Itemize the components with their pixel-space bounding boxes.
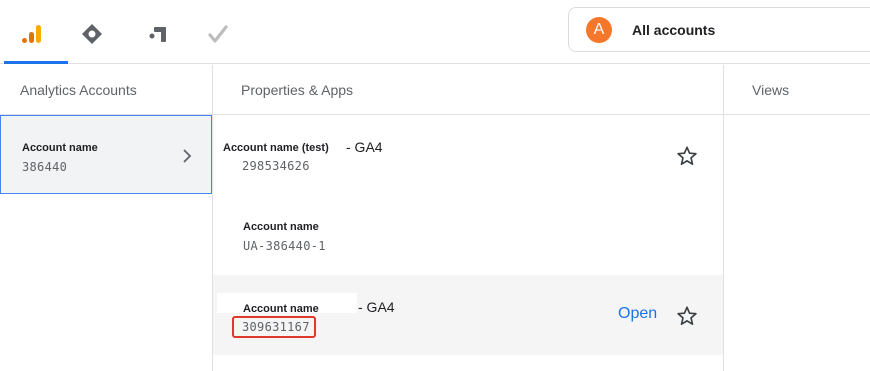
properties-header-label: Properties & Apps (241, 81, 354, 98)
optimize-icon (149, 27, 166, 42)
tag-manager-product-button[interactable] (72, 14, 112, 54)
views-header-label: Views (752, 81, 790, 98)
property-id: UA-386440-1 (243, 239, 326, 253)
account-picker-button[interactable]: A All accounts (568, 7, 870, 52)
checkmark-icon (208, 25, 228, 43)
property-type-suffix: - GA4 (358, 299, 395, 315)
property-list-item[interactable]: Account name - GA4 309631167 Open (213, 275, 723, 355)
accounts-header-label: Analytics Accounts (20, 81, 137, 98)
column-header-properties: Properties & Apps (213, 65, 723, 115)
column-header-accounts: Analytics Accounts (0, 65, 212, 115)
account-picker-label: All accounts (632, 21, 716, 38)
property-id: 298534626 (242, 159, 310, 173)
surveys-product-button[interactable] (198, 14, 238, 54)
chevron-right-icon (183, 149, 192, 163)
top-bar: A All accounts (0, 0, 870, 64)
property-type-suffix: - GA4 (346, 139, 383, 155)
tag-manager-diamond-icon (82, 24, 102, 44)
property-name: Account name (243, 221, 319, 233)
avatar: A (586, 16, 612, 43)
account-list-item[interactable]: Account name 386440 (0, 115, 212, 194)
account-name: Account name (22, 142, 98, 154)
account-id: 386440 (22, 160, 68, 174)
column-header-views: Views (724, 65, 870, 115)
property-id-highlight-box (232, 316, 316, 338)
active-product-indicator (4, 61, 68, 64)
property-list-item[interactable]: Account name UA-386440-1 (213, 195, 723, 275)
property-name: Account name (243, 303, 319, 315)
column-divider (723, 65, 724, 371)
optimize-product-button[interactable] (138, 14, 178, 54)
analytics-bar-icon (22, 25, 41, 43)
open-button[interactable]: Open (618, 305, 657, 323)
analytics-product-button[interactable] (12, 14, 52, 54)
star-icon[interactable] (676, 305, 698, 327)
star-icon[interactable] (676, 145, 698, 167)
property-list-item[interactable]: Account name (test) - GA4 298534626 (213, 115, 723, 195)
property-name: Account name (test) (223, 142, 329, 154)
